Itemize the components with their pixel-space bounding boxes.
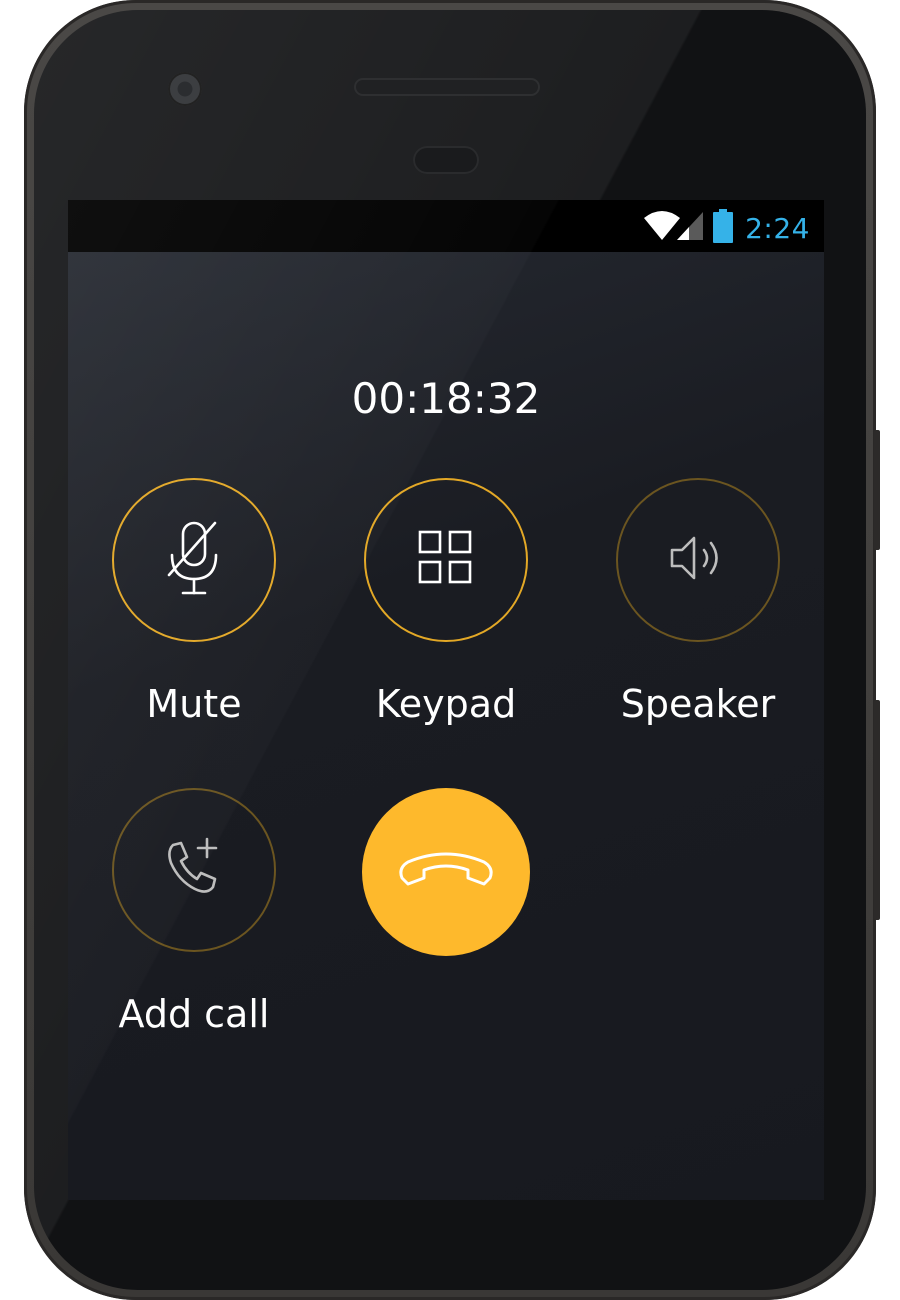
keypad-action: Keypad xyxy=(326,478,566,726)
keypad-icon xyxy=(416,528,476,592)
mic-off-icon xyxy=(159,513,229,607)
status-icons: 2:24 xyxy=(643,209,810,247)
end-call-icon xyxy=(394,848,498,896)
status-bar: 2:24 xyxy=(68,200,824,252)
battery-icon xyxy=(713,209,734,247)
front-camera xyxy=(168,72,202,106)
status-time: 2:24 xyxy=(745,211,810,245)
mute-action: Mute xyxy=(74,478,314,726)
keypad-button[interactable] xyxy=(364,478,528,642)
speaker-button[interactable] xyxy=(616,478,780,642)
call-duration: 00:18:32 xyxy=(351,374,541,423)
earpiece-speaker xyxy=(354,78,540,96)
in-call-screen: 2:24 00:18:32 Mute Keypad Speaker Add ca… xyxy=(68,200,824,1200)
speaker-action: Speaker xyxy=(578,478,818,726)
add-call-label: Add call xyxy=(118,992,270,1036)
speaker-icon xyxy=(666,531,730,589)
keypad-label: Keypad xyxy=(375,682,517,726)
proximity-sensor xyxy=(413,146,479,174)
mute-label: Mute xyxy=(146,682,242,726)
add-call-icon xyxy=(159,833,229,907)
mute-button[interactable] xyxy=(112,478,276,642)
add-call-button[interactable] xyxy=(112,788,276,952)
end-call-button[interactable] xyxy=(362,788,530,956)
signal-icon xyxy=(675,210,705,246)
speaker-label: Speaker xyxy=(620,682,776,726)
volume-button xyxy=(874,700,880,920)
add-call-action: Add call xyxy=(74,788,314,1036)
power-button xyxy=(874,430,880,550)
